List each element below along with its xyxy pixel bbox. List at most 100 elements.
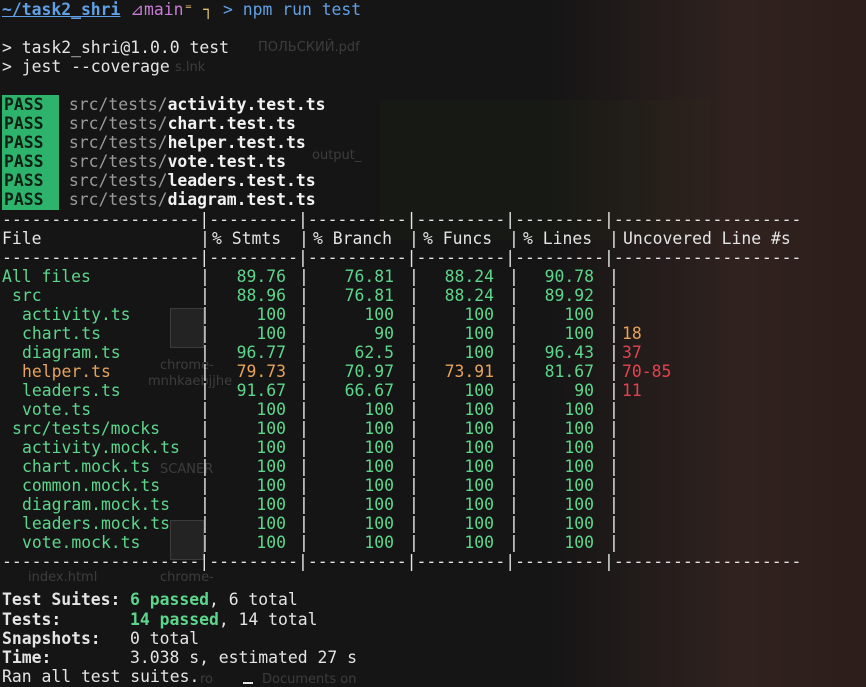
test-dir: src/tests/ (68, 171, 168, 191)
test-result-line: PASS src/tests/activity.test.ts (2, 95, 866, 115)
column-header: % Lines (523, 228, 593, 248)
cell-lines: 100 (564, 304, 594, 324)
cell-stmts: 96.77 (236, 342, 286, 362)
test-dir: src/tests/ (68, 190, 168, 210)
cell-stmts: 100 (256, 495, 286, 515)
column-divider: | (200, 399, 210, 419)
column-divider: | (299, 380, 309, 400)
column-divider: | (609, 228, 619, 248)
column-divider: | (609, 285, 619, 305)
time-value: 3.038 s, estimated 27 s (130, 647, 357, 667)
column-divider: | (509, 514, 519, 534)
cell-name: src (12, 285, 42, 305)
column-divider: | (409, 495, 419, 515)
column-divider: | (409, 419, 419, 439)
cell-lines: 100 (564, 514, 594, 534)
cell-branch: 90 (374, 323, 394, 343)
column-divider: | (609, 380, 619, 400)
column-divider: | (509, 304, 519, 324)
cell-stmts: 100 (256, 399, 286, 419)
column-divider: | (200, 323, 210, 343)
summary-label: Test Suites: (2, 590, 121, 610)
column-divider: | (200, 342, 210, 362)
column-divider: | (200, 285, 210, 305)
column-divider: | (509, 399, 519, 419)
cell-funcs: 100 (464, 457, 494, 477)
cell-lines: 100 (564, 495, 594, 515)
coverage-row: chart.mock.ts 100 100 100 100 | | | | | (2, 457, 866, 476)
cell-funcs: 100 (464, 514, 494, 534)
cell-branch: 100 (364, 495, 394, 515)
column-divider: | (200, 361, 210, 381)
column-divider: | (299, 419, 309, 439)
cell-stmts: 100 (256, 304, 286, 324)
cell-uncovered: 18 (622, 323, 642, 343)
tests-passed: 14 passed (130, 609, 219, 629)
column-divider: | (609, 495, 619, 515)
column-divider: | (200, 476, 210, 496)
test-result-line: PASS src/tests/helper.test.ts (2, 133, 866, 153)
column-divider: | (200, 266, 210, 286)
column-divider: | (299, 457, 309, 477)
cell-name: leaders.mock.ts (22, 514, 171, 534)
column-divider: | (509, 323, 519, 343)
cell-lines: 96.43 (544, 342, 594, 362)
test-dir: src/tests/ (68, 152, 168, 172)
git-branch: main (144, 0, 184, 19)
cell-stmts: 100 (256, 476, 286, 496)
column-divider: | (409, 457, 419, 477)
column-divider: | (200, 228, 210, 248)
column-divider: | (200, 457, 210, 477)
coverage-row: src/tests/mocks 100 100 100 100 | | | | | (2, 419, 866, 438)
column-header: Uncovered Line #s (623, 228, 791, 248)
test-result-line: PASS src/tests/diagram.test.ts (2, 190, 866, 210)
cell-funcs: 100 (464, 380, 494, 400)
cell-lines: 81.67 (544, 361, 594, 381)
pass-badge: PASS (2, 152, 59, 172)
cell-branch: 100 (364, 419, 394, 439)
coverage-row: vote.mock.ts 100 100 100 100 | | | | | (2, 533, 866, 552)
table-separator: --------------------|---------|---------… (2, 552, 802, 572)
column-divider: | (609, 361, 619, 381)
pass-badge: PASS (2, 133, 59, 153)
coverage-row: helper.ts 79.73 70.97 73.91 81.67 70-85 | | | | | (2, 362, 866, 381)
command-text: npm run test (242, 0, 362, 19)
cell-name: chart.ts (22, 323, 101, 343)
test-file: helper.test.ts (167, 133, 306, 153)
column-divider: | (299, 285, 309, 305)
cell-name: vote.ts (22, 399, 92, 419)
cell-branch: 100 (364, 457, 394, 477)
cell-uncovered: 37 (622, 342, 642, 362)
column-divider: | (299, 323, 309, 343)
column-divider: | (409, 533, 419, 553)
summary-final: Ran all test suites. (2, 667, 866, 686)
cell-branch: 100 (364, 533, 394, 553)
cell-branch: 76.81 (344, 285, 394, 305)
coverage-row: src 88.96 76.81 88.24 89.92 | | | | | (2, 286, 866, 305)
column-divider: | (609, 304, 619, 324)
pass-badge: PASS (2, 190, 59, 210)
cell-stmts: 100 (256, 514, 286, 534)
coverage-row: activity.ts 100 100 100 100 | | | | | (2, 305, 866, 324)
test-file: vote.test.ts (167, 152, 286, 172)
column-divider: | (509, 419, 519, 439)
cell-stmts: 79.73 (236, 361, 286, 381)
column-divider: | (299, 514, 309, 534)
terminal[interactable]: ~/task2_shri ⊿main⁼ ┐ > npm run test > t… (0, 0, 866, 686)
test-result-line: PASS src/tests/chart.test.ts (2, 114, 866, 134)
cell-name: vote.mock.ts (22, 533, 141, 553)
column-divider: | (200, 304, 210, 324)
summary-label: Tests: (2, 609, 62, 629)
column-header: % Funcs (423, 228, 493, 248)
column-divider: | (409, 361, 419, 381)
summary-snapshots: Snapshots: 0 total (2, 629, 866, 648)
cell-name: src/tests/mocks (12, 419, 161, 439)
column-header: % Stmts (212, 228, 282, 248)
cell-stmts: 88.96 (236, 285, 286, 305)
test-file: activity.test.ts (167, 95, 326, 115)
column-divider: | (200, 419, 210, 439)
cell-name: activity.ts (22, 304, 131, 324)
column-divider: | (200, 533, 210, 553)
column-divider: | (609, 438, 619, 458)
column-divider: | (509, 285, 519, 305)
